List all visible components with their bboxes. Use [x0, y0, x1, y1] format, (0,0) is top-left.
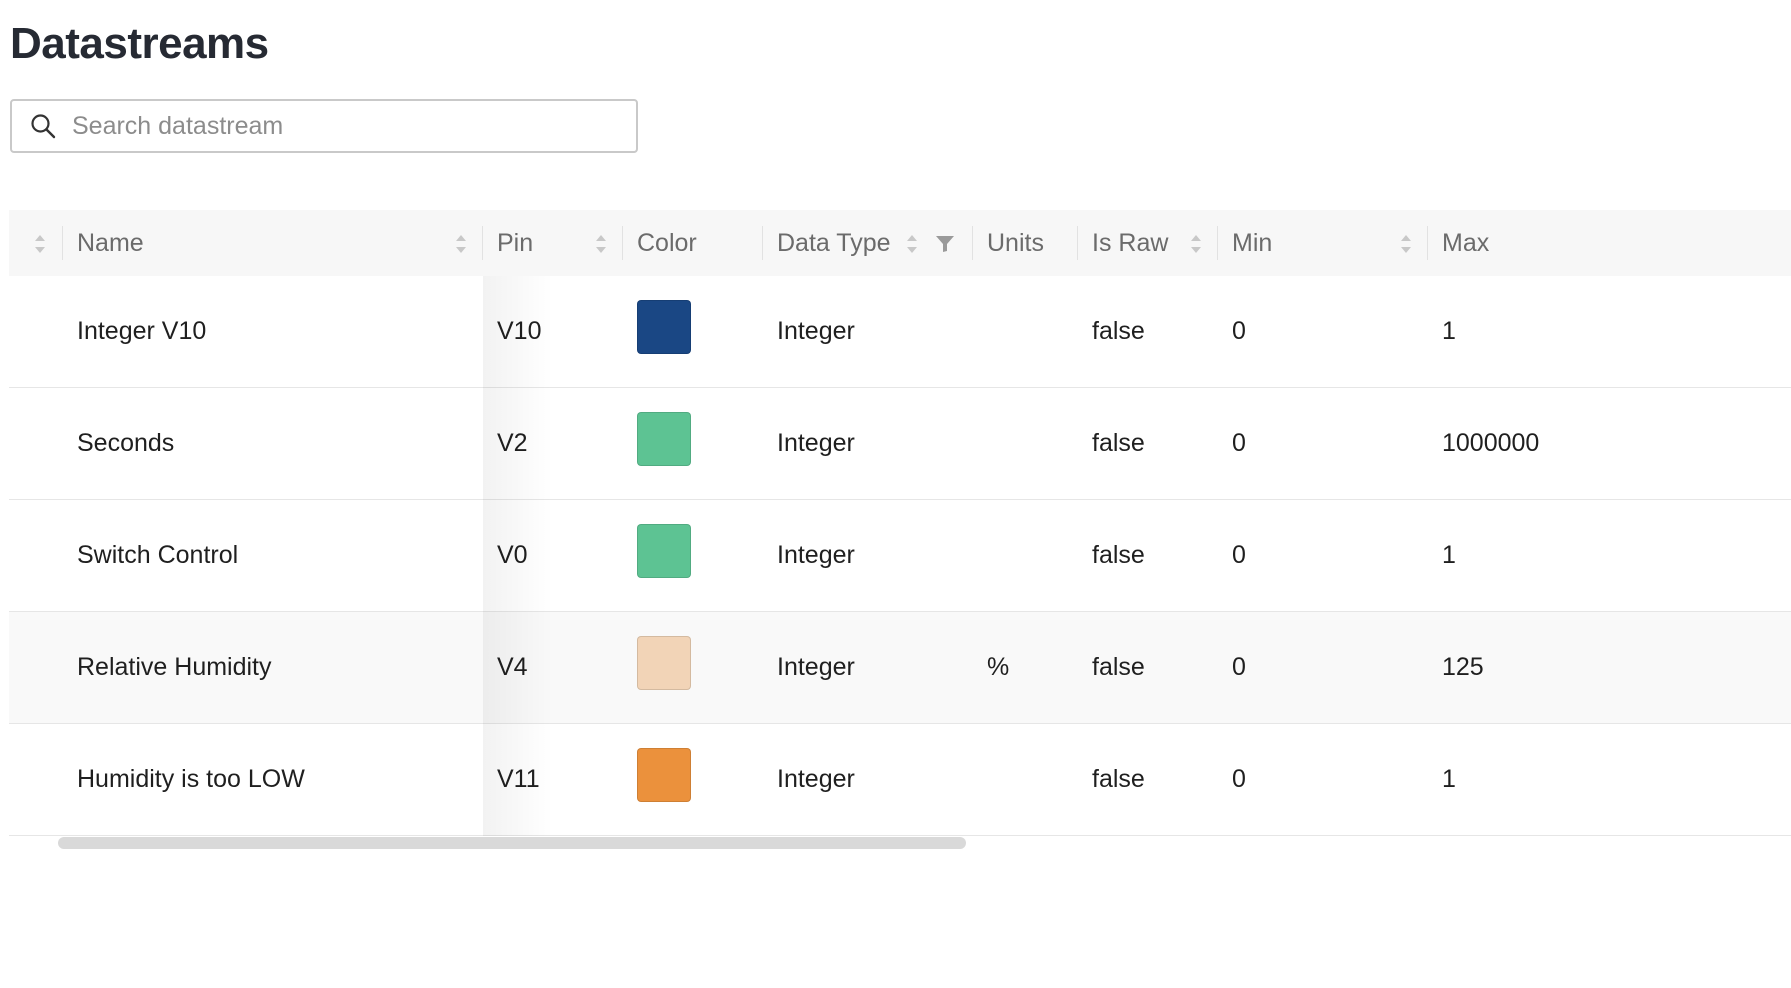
cell-data-type: Integer — [777, 765, 855, 793]
horizontal-scrollbar[interactable] — [9, 834, 1791, 852]
cell-data-type: Integer — [777, 541, 855, 569]
cell-is-raw: false — [1092, 653, 1145, 681]
cell-data-type: Integer — [777, 429, 855, 457]
datastreams-page: Datastreams Name Pin — [0, 0, 1791, 988]
color-swatch — [637, 299, 691, 354]
sort-icon[interactable] — [906, 233, 918, 255]
table-header: Name Pin Color Data Type Units Is Raw Mi… — [9, 210, 1791, 276]
cell-name[interactable]: Humidity is too LOW — [77, 724, 305, 835]
column-header-data-type[interactable]: Data Type — [763, 210, 973, 276]
search-input[interactable] — [70, 110, 614, 142]
cell-min: 0 — [1232, 765, 1246, 793]
cell-is-raw: false — [1092, 429, 1145, 457]
color-swatch — [637, 635, 691, 690]
column-header-units: Units — [973, 210, 1078, 276]
search-box[interactable] — [10, 99, 638, 153]
sort-icon[interactable] — [1190, 233, 1202, 255]
cell-pin: V4 — [497, 653, 528, 681]
cell-color — [637, 388, 691, 499]
cell-pin: V2 — [497, 429, 528, 457]
cell-min: 0 — [1232, 317, 1246, 345]
cell-max: 1 — [1442, 317, 1456, 345]
column-header-select[interactable] — [9, 210, 63, 276]
column-header-pin[interactable]: Pin — [483, 210, 623, 276]
table-row[interactable]: Switch Control V0 Integer false 0 1 — [9, 500, 1791, 612]
table-row[interactable]: Humidity is too LOW V11 Integer false 0 … — [9, 724, 1791, 836]
cell-units: % — [987, 653, 1010, 681]
cell-color — [637, 724, 691, 835]
cell-min: 0 — [1232, 541, 1246, 569]
column-header-max: Max — [1442, 228, 1490, 257]
cell-pin: V11 — [497, 765, 540, 793]
cell-data-type: Integer — [777, 317, 855, 345]
cell-max: 1 — [1442, 541, 1456, 569]
column-header-name[interactable]: Name — [63, 210, 483, 276]
sort-icon[interactable] — [1400, 233, 1412, 255]
cell-name[interactable]: Switch Control — [77, 500, 238, 611]
cell-max: 125 — [1442, 653, 1484, 681]
column-header-min[interactable]: Min — [1218, 210, 1428, 276]
cell-name[interactable]: Integer V10 — [77, 276, 206, 387]
cell-color — [637, 500, 691, 611]
color-swatch — [637, 411, 691, 466]
cell-pin: V10 — [497, 317, 542, 345]
cell-max: 1 — [1442, 765, 1456, 793]
scrollbar-thumb[interactable] — [58, 837, 966, 849]
cell-color — [637, 276, 691, 387]
color-swatch — [637, 747, 691, 802]
sort-icon[interactable] — [455, 233, 467, 255]
filter-icon[interactable] — [935, 234, 955, 254]
cell-color — [637, 612, 691, 723]
cell-min: 0 — [1232, 429, 1246, 457]
search-icon — [31, 114, 56, 139]
table-row[interactable]: Seconds V2 Integer false 0 1000000 — [9, 388, 1791, 500]
column-header-is-raw[interactable]: Is Raw — [1078, 210, 1218, 276]
column-header-color: Color — [623, 210, 763, 276]
cell-name[interactable]: Relative Humidity — [77, 612, 272, 723]
sort-icon[interactable] — [595, 233, 607, 255]
cell-is-raw: false — [1092, 765, 1145, 793]
color-swatch — [637, 523, 691, 578]
cell-min: 0 — [1232, 653, 1246, 681]
sort-icon[interactable] — [34, 233, 46, 255]
cell-name[interactable]: Seconds — [77, 388, 174, 499]
cell-is-raw: false — [1092, 317, 1145, 345]
page-title: Datastreams — [10, 19, 269, 68]
cell-is-raw: false — [1092, 541, 1145, 569]
cell-data-type: Integer — [777, 653, 855, 681]
datastreams-table: Name Pin Color Data Type Units Is Raw Mi… — [9, 210, 1791, 856]
table-row[interactable]: Relative Humidity V4 Integer % false 0 1… — [9, 612, 1791, 724]
table-row[interactable]: Integer V10 V10 Integer false 0 1 — [9, 276, 1791, 388]
cell-pin: V0 — [497, 541, 528, 569]
cell-max: 1000000 — [1442, 429, 1540, 457]
